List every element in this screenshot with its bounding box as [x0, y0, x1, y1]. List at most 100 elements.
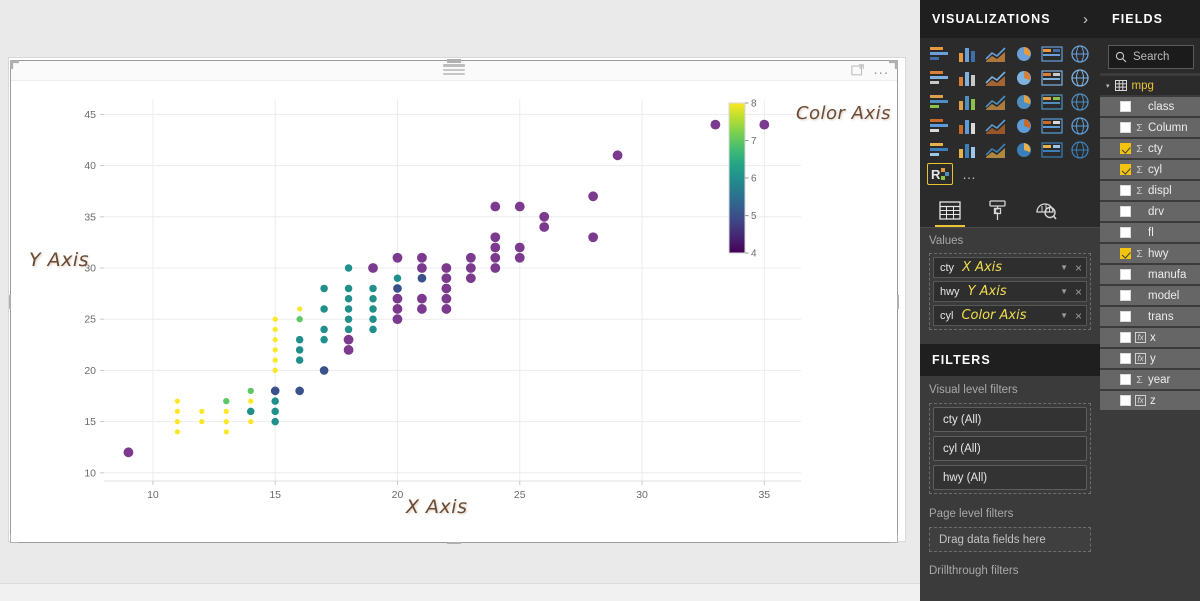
chevron-down-icon[interactable]: ▼: [1060, 263, 1068, 272]
filter-card-cty[interactable]: cty (All): [933, 407, 1087, 432]
data-point[interactable]: [295, 346, 304, 354]
report-canvas[interactable]: ... 10 15 20 25 30 35 40 45 10 15 20 25 30 35 4 5 6 7 8 Co…: [0, 0, 920, 601]
data-point[interactable]: [344, 325, 353, 334]
data-point[interactable]: [710, 119, 721, 130]
checkbox-icon[interactable]: [1120, 101, 1131, 112]
visual-type-gallery[interactable]: R …: [920, 38, 1100, 192]
data-point[interactable]: [417, 273, 427, 283]
checkbox-icon[interactable]: [1120, 332, 1131, 343]
data-point[interactable]: [297, 306, 303, 312]
data-point[interactable]: [248, 419, 254, 425]
data-point[interactable]: [369, 284, 377, 293]
page-level-filters-dropzone[interactable]: Drag data fields here: [929, 527, 1091, 552]
data-point[interactable]: [271, 417, 279, 426]
data-point[interactable]: [344, 284, 353, 293]
data-point[interactable]: [369, 325, 377, 334]
scatter-visual-container[interactable]: ... 10 15 20 25 30 35 40 45 10 15 20 25 30 35 4 5 6 7 8 Co…: [9, 59, 899, 544]
data-point[interactable]: [344, 264, 353, 272]
data-point[interactable]: [247, 387, 254, 395]
more-options-icon[interactable]: ...: [873, 62, 889, 77]
gallery-icon[interactable]: [1040, 140, 1064, 160]
gallery-icon[interactable]: [928, 116, 952, 136]
filter-card-cyl[interactable]: cyl (All): [933, 436, 1087, 461]
data-point[interactable]: [320, 284, 328, 293]
gallery-icon[interactable]: [1068, 140, 1092, 160]
data-point[interactable]: [246, 407, 255, 416]
field-row-displ[interactable]: Σdispl: [1100, 181, 1200, 200]
data-point[interactable]: [393, 274, 402, 282]
field-row-y[interactable]: fx y: [1100, 349, 1200, 368]
data-point[interactable]: [490, 201, 501, 212]
gallery-icon[interactable]: [1012, 92, 1036, 112]
checkbox-icon[interactable]: [1120, 227, 1131, 238]
data-point[interactable]: [539, 222, 550, 232]
data-point[interactable]: [123, 447, 134, 458]
data-point[interactable]: [272, 367, 278, 373]
wells-dropzone[interactable]: cty X Axis ▼ × hwy Y Axis ▼ × cyl Color …: [929, 253, 1091, 330]
chevron-right-icon[interactable]: ›: [1083, 12, 1088, 27]
gallery-icon[interactable]: [1068, 68, 1092, 88]
chevron-down-icon[interactable]: ▼: [1060, 311, 1068, 320]
checkbox-checked-icon[interactable]: [1120, 248, 1131, 259]
focus-mode-icon[interactable]: [851, 63, 865, 77]
data-point[interactable]: [343, 334, 354, 345]
data-point[interactable]: [272, 337, 278, 343]
data-point[interactable]: [490, 242, 501, 253]
data-point[interactable]: [369, 305, 377, 313]
field-row-class[interactable]: class: [1100, 97, 1200, 116]
gallery-icon[interactable]: [956, 68, 980, 88]
remove-field-icon[interactable]: ×: [1075, 309, 1082, 323]
checkbox-icon[interactable]: [1120, 374, 1131, 385]
data-point[interactable]: [393, 284, 402, 293]
data-point[interactable]: [417, 304, 427, 314]
data-point[interactable]: [514, 242, 525, 253]
data-point[interactable]: [490, 252, 501, 263]
data-point[interactable]: [490, 263, 501, 273]
gallery-icon[interactable]: [928, 44, 952, 64]
data-point[interactable]: [392, 314, 403, 325]
data-point[interactable]: [248, 398, 254, 404]
data-point[interactable]: [392, 304, 403, 314]
data-point[interactable]: [223, 419, 229, 425]
data-point[interactable]: [271, 397, 279, 405]
data-point[interactable]: [223, 429, 229, 435]
data-point[interactable]: [271, 407, 279, 416]
data-point[interactable]: [174, 429, 180, 435]
visualizations-tabstrip[interactable]: [920, 192, 1100, 228]
visual-level-filters-dropzone[interactable]: cty (All) cyl (All) hwy (All): [929, 403, 1091, 494]
field-row-column[interactable]: Σ Column: [1100, 118, 1200, 137]
data-point[interactable]: [539, 211, 550, 222]
field-row-fl[interactable]: fl: [1100, 223, 1200, 242]
data-point[interactable]: [199, 408, 205, 414]
gallery-icon[interactable]: [1040, 92, 1064, 112]
data-point[interactable]: [514, 252, 525, 263]
data-point[interactable]: [368, 263, 378, 273]
data-point[interactable]: [588, 232, 599, 243]
data-point[interactable]: [272, 357, 278, 363]
gallery-icon[interactable]: [956, 116, 980, 136]
tab-fields[interactable]: [926, 193, 974, 227]
checkbox-icon[interactable]: [1120, 395, 1131, 406]
gallery-icon[interactable]: [956, 140, 980, 160]
field-row-manufa[interactable]: manufa: [1100, 265, 1200, 284]
data-point[interactable]: [344, 294, 353, 303]
checkbox-checked-icon[interactable]: [1120, 164, 1131, 175]
field-row-year[interactable]: Σyear: [1100, 370, 1200, 389]
checkbox-icon[interactable]: [1120, 185, 1131, 196]
field-row-x[interactable]: fx x: [1100, 328, 1200, 347]
gallery-icon[interactable]: [984, 92, 1008, 112]
gallery-icon[interactable]: [984, 140, 1008, 160]
gallery-icon[interactable]: [1012, 44, 1036, 64]
data-point[interactable]: [417, 263, 427, 273]
data-point[interactable]: [344, 315, 353, 323]
checkbox-icon[interactable]: [1120, 290, 1131, 301]
gallery-icon[interactable]: [956, 92, 980, 112]
search-input[interactable]: Search: [1108, 45, 1194, 69]
data-point[interactable]: [441, 263, 452, 273]
field-row-cyl[interactable]: Σcyl: [1100, 160, 1200, 179]
gallery-icon[interactable]: [984, 116, 1008, 136]
data-point[interactable]: [441, 304, 452, 314]
gallery-more-icon[interactable]: …: [962, 165, 977, 183]
drag-handle-icon[interactable]: [443, 64, 465, 77]
gallery-icon[interactable]: [1068, 116, 1092, 136]
